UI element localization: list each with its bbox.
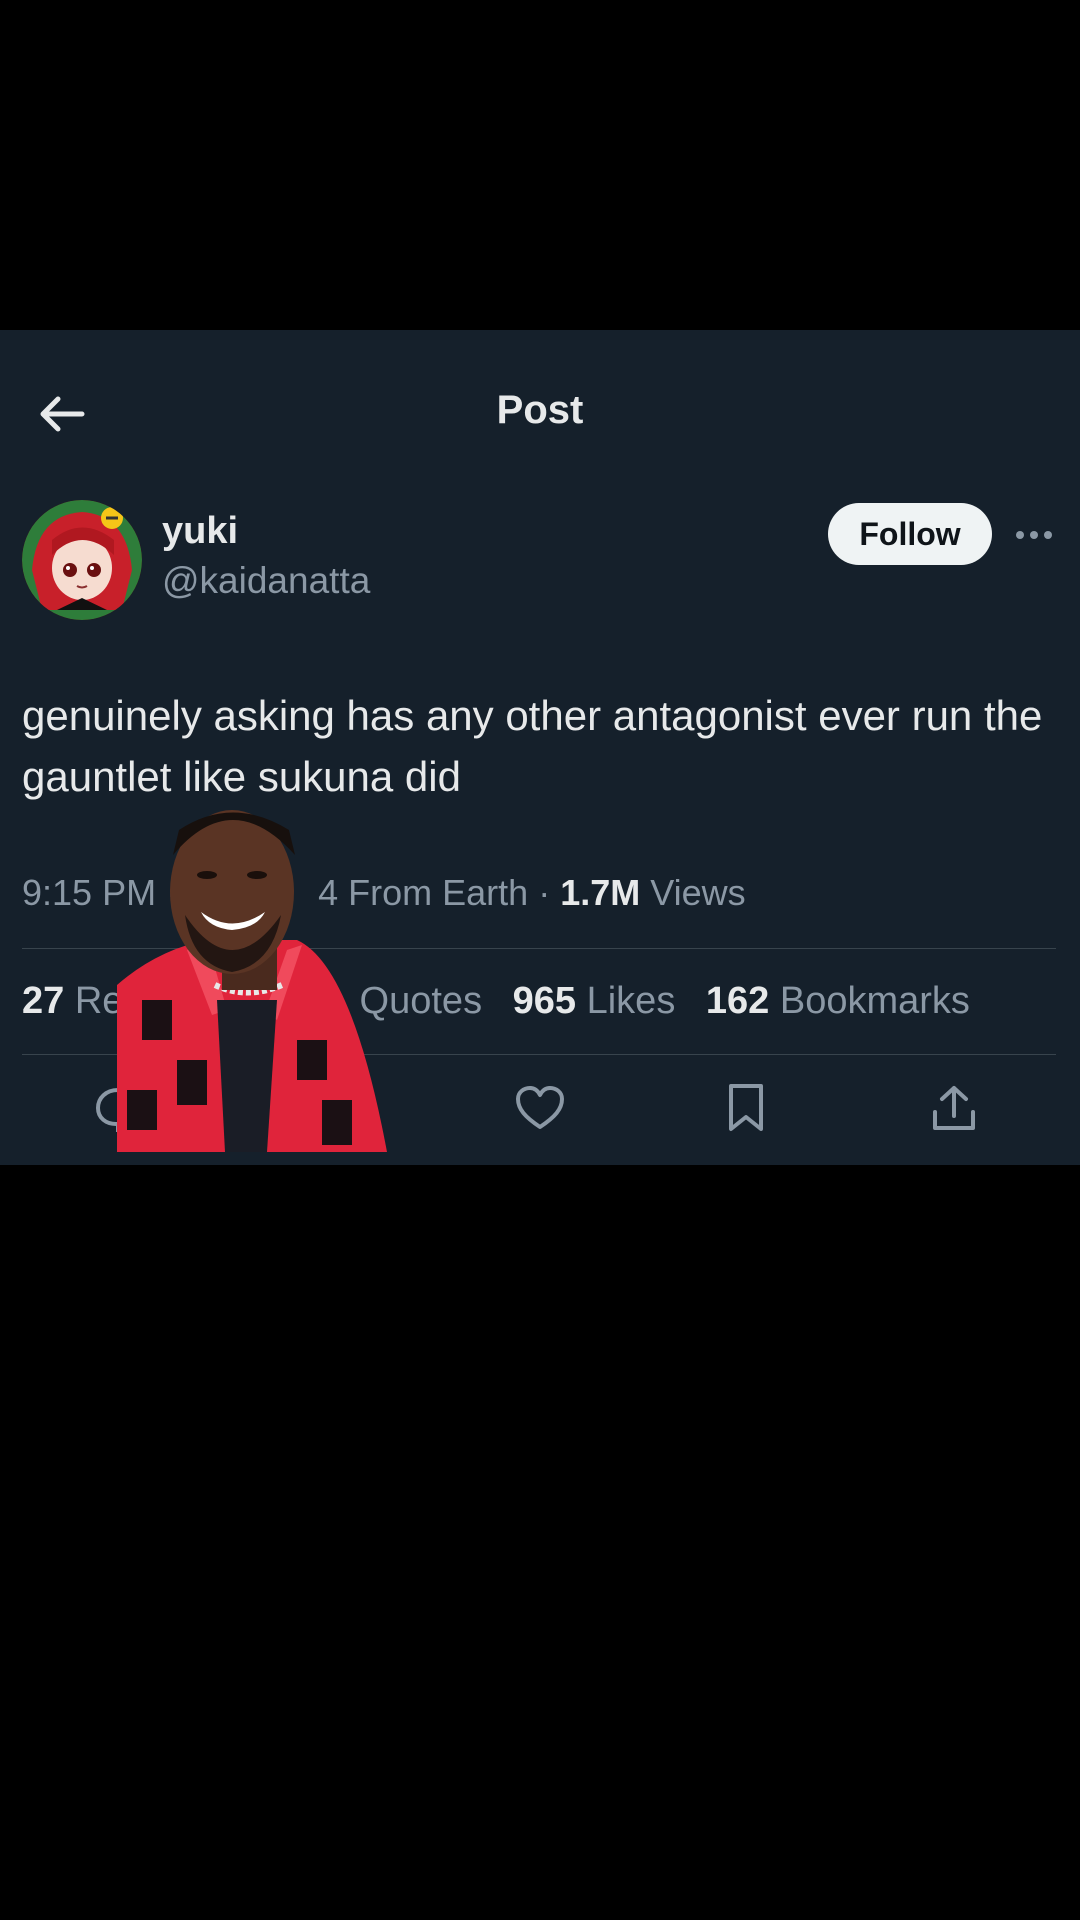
stat-label: Likes [586,980,676,1022]
reposts-stat[interactable]: 27 Re [22,980,123,1023]
bookmarks-stat[interactable]: 162 Bookmarks [706,980,970,1023]
bookmark-icon [729,1084,763,1131]
stat-label: Bookmarks [779,980,970,1022]
smiling-man-image [117,810,387,1152]
author-handle[interactable]: @kaidanatta [162,560,370,602]
bookmark-button[interactable] [716,1078,776,1138]
views-label: Views [650,872,746,913]
person-overlay-image [117,800,387,1152]
like-button[interactable] [510,1078,570,1138]
more-dots-icon [1016,531,1052,539]
follow-button[interactable]: Follow [828,503,992,565]
avatar[interactable] [22,500,142,620]
likes-stat[interactable]: 965 Likes [513,980,676,1023]
more-options-button[interactable] [1014,520,1054,550]
share-icon [933,1086,975,1130]
stat-count: 162 [705,980,770,1022]
author-name[interactable]: yuki [162,510,238,553]
avatar-image [22,500,142,620]
header-bar: Post [0,330,1080,480]
share-button[interactable] [924,1078,984,1138]
meta-separator: · [538,872,551,913]
page-title: Post [496,388,584,432]
tweet-text: genuinely asking has any other antagonis… [22,692,1043,800]
stat-count: 965 [512,980,577,1022]
views-count: 1.7M [560,872,641,913]
stat-count: 27 [22,980,65,1022]
like-icon [516,1086,564,1129]
